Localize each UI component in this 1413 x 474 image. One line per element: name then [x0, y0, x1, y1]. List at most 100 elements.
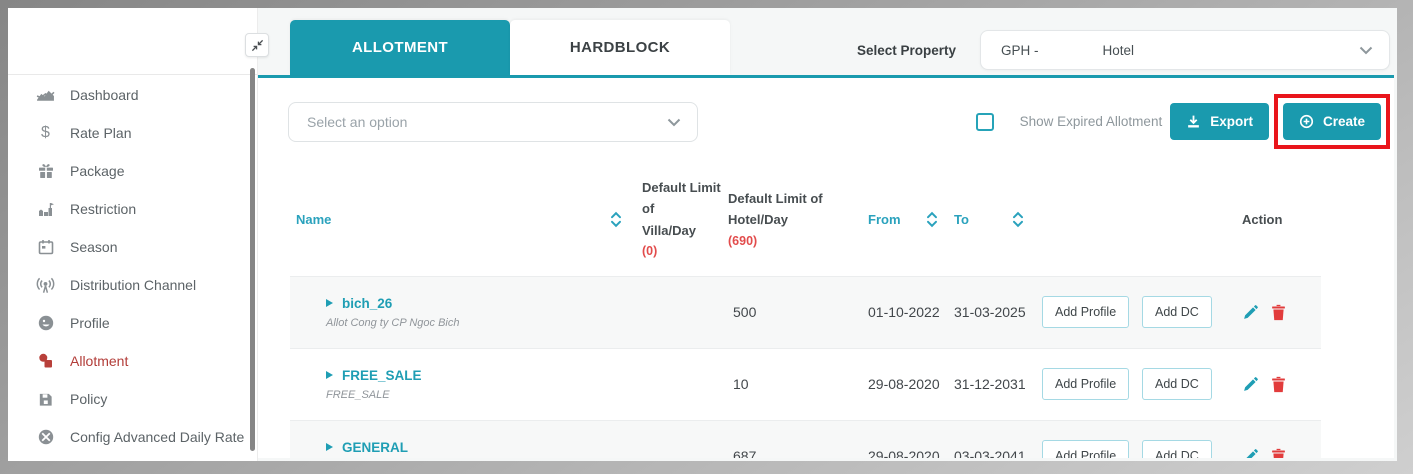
- row-actions: [1216, 304, 1321, 321]
- row-name-cell: bich_26 Allot Cong ty CP Ngoc Bich: [290, 296, 610, 329]
- add-dc-button[interactable]: Add DC: [1142, 296, 1212, 328]
- add-profile-button[interactable]: Add Profile: [1042, 368, 1129, 400]
- table-header-row: Name Default Limit of Villa/Day (0) Defa…: [290, 169, 1321, 276]
- sort-icon[interactable]: [610, 211, 638, 228]
- sidebar-item-label: Season: [70, 239, 117, 255]
- edit-icon[interactable]: [1242, 376, 1259, 393]
- sidebar-item-label: Restriction: [70, 201, 136, 217]
- sidebar-item-rate-plan[interactable]: $ Rate Plan: [8, 114, 257, 152]
- allotment-name-link[interactable]: GENERAL: [342, 440, 408, 455]
- column-header-name[interactable]: Name: [290, 209, 610, 230]
- sidebar-item-label: Policy: [70, 391, 107, 407]
- select-property-label: Select Property: [857, 43, 956, 58]
- package-icon: [36, 162, 55, 181]
- to-date: 31-03-2025: [950, 304, 1036, 320]
- column-header-to[interactable]: To: [950, 209, 1036, 230]
- sidebar-item-profile[interactable]: Profile: [8, 304, 257, 342]
- edit-icon[interactable]: [1242, 448, 1259, 458]
- column-header-from[interactable]: From: [864, 209, 950, 230]
- column-header-villa-limit: Default Limit of Villa/Day (0): [638, 177, 724, 262]
- to-date: 31-12-2031: [950, 376, 1036, 392]
- sidebar-item-label: Package: [70, 163, 124, 179]
- sidebar-nav: Dashboard $ Rate Plan Package Restrictio…: [8, 76, 257, 456]
- sidebar-item-label: Profile: [70, 315, 110, 331]
- collapse-icon: [251, 39, 264, 52]
- export-button[interactable]: Export: [1170, 103, 1269, 140]
- sort-icon[interactable]: [926, 211, 938, 228]
- allotment-description: FREE_SALE: [326, 389, 610, 401]
- row-expand-link[interactable]: GENERAL: [326, 440, 610, 455]
- sidebar-item-label: Allotment: [70, 353, 128, 369]
- tab-bar: ALLOTMENT HARDBLOCK: [290, 20, 730, 75]
- hotel-limit-value: 687: [724, 448, 864, 458]
- hotel-limit-value: 500: [724, 304, 864, 320]
- expand-triangle-icon: [326, 299, 333, 307]
- sidebar-item-policy[interactable]: Policy: [8, 380, 257, 418]
- delete-icon[interactable]: [1271, 304, 1286, 321]
- row-actions: [1216, 448, 1321, 458]
- edit-icon[interactable]: [1242, 304, 1259, 321]
- sidebar-item-allotment[interactable]: Allotment: [8, 342, 257, 380]
- add-profile-button[interactable]: Add Profile: [1042, 440, 1129, 458]
- create-button[interactable]: Create: [1283, 103, 1381, 140]
- allotment-name-link[interactable]: bich_26: [342, 296, 392, 311]
- property-selector-group: Select Property GPH - Hotel: [857, 30, 1390, 70]
- from-date: 01-10-2022: [864, 304, 950, 320]
- sidebar-item-package[interactable]: Package: [8, 152, 257, 190]
- sidebar-item-dashboard[interactable]: Dashboard: [8, 76, 257, 114]
- sidebar-scrollbar[interactable]: [250, 68, 255, 451]
- export-label: Export: [1210, 114, 1253, 129]
- property-select-dropdown[interactable]: GPH - Hotel: [980, 30, 1390, 70]
- allotment-description: Allot Cong ty CP Ngoc Bich: [326, 317, 610, 329]
- show-expired-checkbox[interactable]: [976, 113, 994, 131]
- create-label: Create: [1323, 114, 1365, 129]
- row-expand-link[interactable]: FREE_SALE: [326, 368, 610, 383]
- add-dc-button[interactable]: Add DC: [1142, 440, 1212, 458]
- allotment-panel: Select an option Show Expired Allotment …: [258, 78, 1394, 458]
- tab-label: ALLOTMENT: [352, 39, 448, 56]
- tab-allotment[interactable]: ALLOTMENT: [290, 20, 510, 75]
- show-expired-label: Show Expired Allotment: [1020, 114, 1163, 129]
- row-name-cell: FREE_SALE FREE_SALE: [290, 368, 610, 401]
- plus-circle-icon: [1299, 114, 1314, 129]
- header-band: ALLOTMENT HARDBLOCK Select Property GPH …: [258, 8, 1397, 75]
- toolbar: Select an option Show Expired Allotment …: [258, 78, 1394, 149]
- allotment-filter-dropdown[interactable]: Select an option: [288, 102, 698, 142]
- sidebar-item-label: Dashboard: [70, 87, 139, 103]
- tab-hardblock[interactable]: HARDBLOCK: [510, 20, 730, 75]
- sidebar-collapse-button[interactable]: [245, 33, 269, 57]
- chevron-down-icon: [667, 114, 681, 130]
- expand-triangle-icon: [326, 371, 333, 379]
- allotment-name-link[interactable]: FREE_SALE: [342, 368, 422, 383]
- add-profile-button[interactable]: Add Profile: [1042, 296, 1129, 328]
- sidebar-item-label: Rate Plan: [70, 125, 131, 141]
- sidebar-item-restriction[interactable]: Restriction: [8, 190, 257, 228]
- policy-icon: [36, 390, 55, 409]
- annotation-highlight-box: Create: [1274, 94, 1390, 149]
- delete-icon[interactable]: [1271, 448, 1286, 458]
- row-actions: [1216, 376, 1321, 393]
- sidebar-item-config-advanced-daily-rate[interactable]: Config Advanced Daily Rate: [8, 418, 257, 456]
- delete-icon[interactable]: [1271, 376, 1286, 393]
- sort-icon[interactable]: [1012, 211, 1024, 228]
- allotment-table: Name Default Limit of Villa/Day (0) Defa…: [290, 169, 1321, 458]
- filter-placeholder: Select an option: [307, 114, 407, 130]
- row-name-cell: GENERAL GENERAL: [290, 440, 610, 458]
- restriction-icon: [36, 200, 55, 219]
- from-date: 29-08-2020: [864, 376, 950, 392]
- row-expand-link[interactable]: bich_26: [326, 296, 610, 311]
- villa-limit-badge: (0): [642, 241, 724, 262]
- add-dc-button[interactable]: Add DC: [1142, 368, 1212, 400]
- tab-label: HARDBLOCK: [570, 39, 670, 56]
- hotel-limit-value: 10: [724, 376, 864, 392]
- to-date: 03-03-2041: [950, 448, 1036, 458]
- property-name: Hotel: [1103, 43, 1135, 58]
- sidebar-item-season[interactable]: Season: [8, 228, 257, 266]
- table-row: GENERAL GENERAL 687 29-08-2020 03-03-204…: [290, 420, 1321, 458]
- chevron-down-icon: [1359, 43, 1373, 58]
- hotel-limit-badge: (690): [728, 231, 864, 252]
- from-date: 29-08-2020: [864, 448, 950, 458]
- column-header-hotel-limit: Default Limit of Hotel/Day (690): [724, 188, 864, 252]
- sidebar-item-distribution-channel[interactable]: Distribution Channel: [8, 266, 257, 304]
- table-row: FREE_SALE FREE_SALE 10 29-08-2020 31-12-…: [290, 348, 1321, 420]
